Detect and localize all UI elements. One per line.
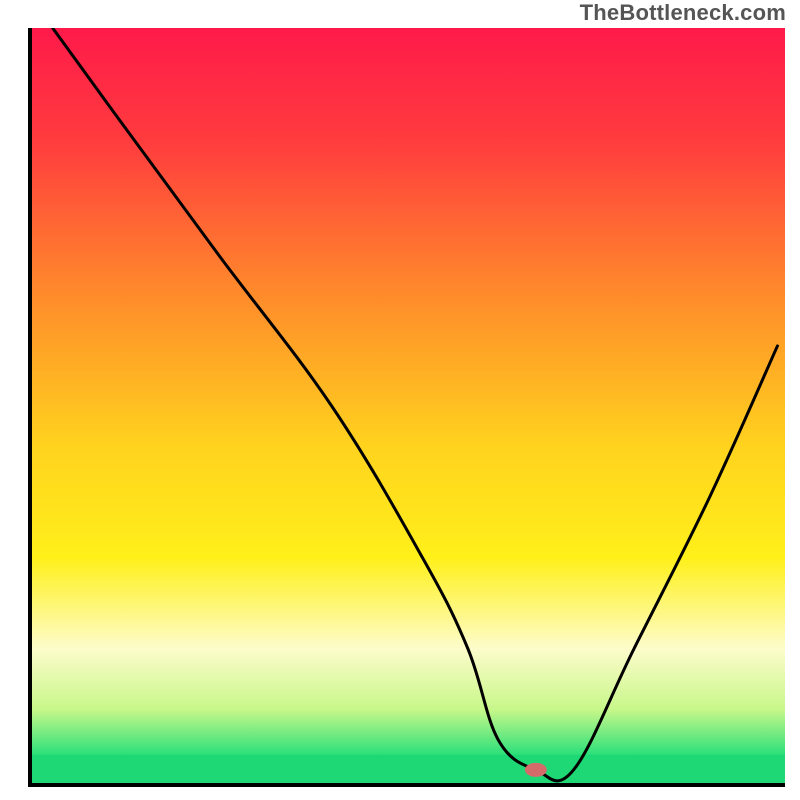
bottleneck-chart — [0, 0, 800, 800]
optimal-point-marker — [525, 763, 547, 777]
chart-background-gradient — [30, 28, 785, 785]
chart-container: TheBottleneck.com — [0, 0, 800, 800]
chart-green-band — [30, 755, 785, 785]
watermark-text: TheBottleneck.com — [580, 0, 786, 26]
